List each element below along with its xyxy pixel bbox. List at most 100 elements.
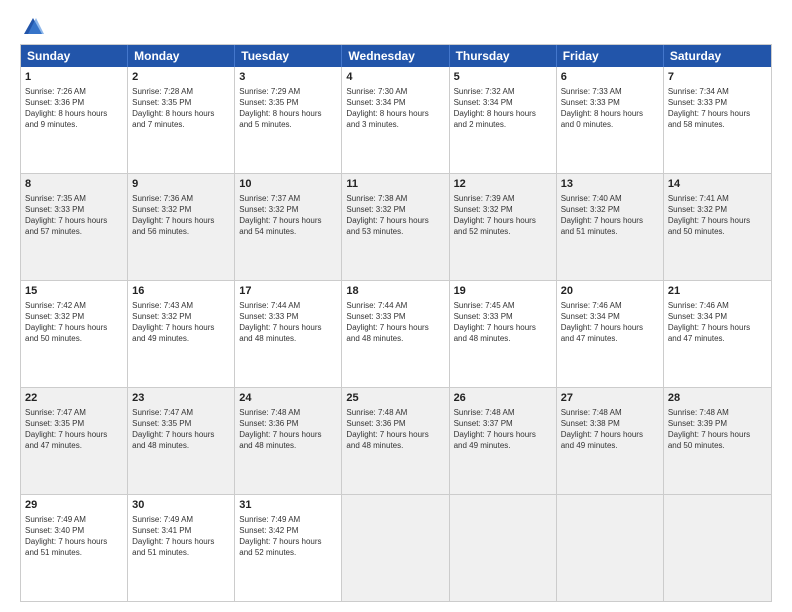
page: SundayMondayTuesdayWednesdayThursdayFrid… (0, 0, 792, 612)
day-number: 5 (454, 70, 552, 85)
calendar-row-4: 22Sunrise: 7:47 AMSunset: 3:35 PMDayligh… (21, 388, 771, 495)
day-info: Sunrise: 7:42 AMSunset: 3:32 PMDaylight:… (25, 300, 123, 345)
calendar-body: 1Sunrise: 7:26 AMSunset: 3:36 PMDaylight… (21, 67, 771, 601)
day-info: Sunrise: 7:30 AMSunset: 3:34 PMDaylight:… (346, 86, 444, 131)
day-number: 2 (132, 70, 230, 85)
day-number: 12 (454, 177, 552, 192)
day-number: 10 (239, 177, 337, 192)
day-cell-9: 9Sunrise: 7:36 AMSunset: 3:32 PMDaylight… (128, 174, 235, 280)
day-info: Sunrise: 7:49 AMSunset: 3:42 PMDaylight:… (239, 514, 337, 559)
day-number: 14 (668, 177, 767, 192)
empty-cell (342, 495, 449, 601)
day-info: Sunrise: 7:36 AMSunset: 3:32 PMDaylight:… (132, 193, 230, 238)
day-cell-18: 18Sunrise: 7:44 AMSunset: 3:33 PMDayligh… (342, 281, 449, 387)
day-number: 3 (239, 70, 337, 85)
day-number: 31 (239, 498, 337, 513)
day-number: 9 (132, 177, 230, 192)
day-info: Sunrise: 7:48 AMSunset: 3:37 PMDaylight:… (454, 407, 552, 452)
calendar-row-5: 29Sunrise: 7:49 AMSunset: 3:40 PMDayligh… (21, 495, 771, 601)
day-info: Sunrise: 7:49 AMSunset: 3:40 PMDaylight:… (25, 514, 123, 559)
day-info: Sunrise: 7:48 AMSunset: 3:36 PMDaylight:… (346, 407, 444, 452)
day-info: Sunrise: 7:38 AMSunset: 3:32 PMDaylight:… (346, 193, 444, 238)
header-day-thursday: Thursday (450, 45, 557, 67)
day-number: 17 (239, 284, 337, 299)
day-number: 28 (668, 391, 767, 406)
day-number: 13 (561, 177, 659, 192)
day-number: 11 (346, 177, 444, 192)
day-cell-26: 26Sunrise: 7:48 AMSunset: 3:37 PMDayligh… (450, 388, 557, 494)
day-cell-12: 12Sunrise: 7:39 AMSunset: 3:32 PMDayligh… (450, 174, 557, 280)
calendar-header: SundayMondayTuesdayWednesdayThursdayFrid… (21, 45, 771, 67)
logo (20, 16, 44, 38)
day-number: 20 (561, 284, 659, 299)
day-cell-23: 23Sunrise: 7:47 AMSunset: 3:35 PMDayligh… (128, 388, 235, 494)
day-cell-10: 10Sunrise: 7:37 AMSunset: 3:32 PMDayligh… (235, 174, 342, 280)
day-number: 22 (25, 391, 123, 406)
day-number: 7 (668, 70, 767, 85)
logo-icon (22, 16, 44, 38)
day-info: Sunrise: 7:46 AMSunset: 3:34 PMDaylight:… (561, 300, 659, 345)
day-info: Sunrise: 7:39 AMSunset: 3:32 PMDaylight:… (454, 193, 552, 238)
day-cell-21: 21Sunrise: 7:46 AMSunset: 3:34 PMDayligh… (664, 281, 771, 387)
header-day-tuesday: Tuesday (235, 45, 342, 67)
day-info: Sunrise: 7:40 AMSunset: 3:32 PMDaylight:… (561, 193, 659, 238)
day-cell-24: 24Sunrise: 7:48 AMSunset: 3:36 PMDayligh… (235, 388, 342, 494)
day-cell-30: 30Sunrise: 7:49 AMSunset: 3:41 PMDayligh… (128, 495, 235, 601)
day-number: 27 (561, 391, 659, 406)
day-info: Sunrise: 7:45 AMSunset: 3:33 PMDaylight:… (454, 300, 552, 345)
day-info: Sunrise: 7:32 AMSunset: 3:34 PMDaylight:… (454, 86, 552, 131)
day-info: Sunrise: 7:37 AMSunset: 3:32 PMDaylight:… (239, 193, 337, 238)
day-cell-3: 3Sunrise: 7:29 AMSunset: 3:35 PMDaylight… (235, 67, 342, 173)
day-cell-28: 28Sunrise: 7:48 AMSunset: 3:39 PMDayligh… (664, 388, 771, 494)
day-cell-5: 5Sunrise: 7:32 AMSunset: 3:34 PMDaylight… (450, 67, 557, 173)
day-info: Sunrise: 7:26 AMSunset: 3:36 PMDaylight:… (25, 86, 123, 131)
day-cell-14: 14Sunrise: 7:41 AMSunset: 3:32 PMDayligh… (664, 174, 771, 280)
day-cell-27: 27Sunrise: 7:48 AMSunset: 3:38 PMDayligh… (557, 388, 664, 494)
day-info: Sunrise: 7:49 AMSunset: 3:41 PMDaylight:… (132, 514, 230, 559)
day-cell-8: 8Sunrise: 7:35 AMSunset: 3:33 PMDaylight… (21, 174, 128, 280)
day-cell-19: 19Sunrise: 7:45 AMSunset: 3:33 PMDayligh… (450, 281, 557, 387)
day-cell-11: 11Sunrise: 7:38 AMSunset: 3:32 PMDayligh… (342, 174, 449, 280)
header-day-monday: Monday (128, 45, 235, 67)
day-number: 6 (561, 70, 659, 85)
calendar: SundayMondayTuesdayWednesdayThursdayFrid… (20, 44, 772, 602)
day-cell-15: 15Sunrise: 7:42 AMSunset: 3:32 PMDayligh… (21, 281, 128, 387)
day-cell-22: 22Sunrise: 7:47 AMSunset: 3:35 PMDayligh… (21, 388, 128, 494)
day-info: Sunrise: 7:44 AMSunset: 3:33 PMDaylight:… (346, 300, 444, 345)
calendar-row-1: 1Sunrise: 7:26 AMSunset: 3:36 PMDaylight… (21, 67, 771, 174)
day-cell-31: 31Sunrise: 7:49 AMSunset: 3:42 PMDayligh… (235, 495, 342, 601)
day-info: Sunrise: 7:29 AMSunset: 3:35 PMDaylight:… (239, 86, 337, 131)
day-number: 30 (132, 498, 230, 513)
header-day-sunday: Sunday (21, 45, 128, 67)
day-info: Sunrise: 7:44 AMSunset: 3:33 PMDaylight:… (239, 300, 337, 345)
day-number: 4 (346, 70, 444, 85)
day-info: Sunrise: 7:34 AMSunset: 3:33 PMDaylight:… (668, 86, 767, 131)
day-cell-13: 13Sunrise: 7:40 AMSunset: 3:32 PMDayligh… (557, 174, 664, 280)
day-info: Sunrise: 7:48 AMSunset: 3:39 PMDaylight:… (668, 407, 767, 452)
day-cell-2: 2Sunrise: 7:28 AMSunset: 3:35 PMDaylight… (128, 67, 235, 173)
day-info: Sunrise: 7:48 AMSunset: 3:38 PMDaylight:… (561, 407, 659, 452)
day-number: 8 (25, 177, 123, 192)
day-info: Sunrise: 7:33 AMSunset: 3:33 PMDaylight:… (561, 86, 659, 131)
day-cell-1: 1Sunrise: 7:26 AMSunset: 3:36 PMDaylight… (21, 67, 128, 173)
day-info: Sunrise: 7:47 AMSunset: 3:35 PMDaylight:… (25, 407, 123, 452)
day-cell-20: 20Sunrise: 7:46 AMSunset: 3:34 PMDayligh… (557, 281, 664, 387)
header-day-wednesday: Wednesday (342, 45, 449, 67)
day-number: 15 (25, 284, 123, 299)
day-info: Sunrise: 7:28 AMSunset: 3:35 PMDaylight:… (132, 86, 230, 131)
header-day-saturday: Saturday (664, 45, 771, 67)
day-number: 26 (454, 391, 552, 406)
day-number: 21 (668, 284, 767, 299)
day-info: Sunrise: 7:43 AMSunset: 3:32 PMDaylight:… (132, 300, 230, 345)
calendar-row-3: 15Sunrise: 7:42 AMSunset: 3:32 PMDayligh… (21, 281, 771, 388)
day-cell-17: 17Sunrise: 7:44 AMSunset: 3:33 PMDayligh… (235, 281, 342, 387)
day-number: 24 (239, 391, 337, 406)
empty-cell (557, 495, 664, 601)
day-cell-25: 25Sunrise: 7:48 AMSunset: 3:36 PMDayligh… (342, 388, 449, 494)
day-info: Sunrise: 7:47 AMSunset: 3:35 PMDaylight:… (132, 407, 230, 452)
day-info: Sunrise: 7:48 AMSunset: 3:36 PMDaylight:… (239, 407, 337, 452)
day-number: 19 (454, 284, 552, 299)
calendar-row-2: 8Sunrise: 7:35 AMSunset: 3:33 PMDaylight… (21, 174, 771, 281)
header (20, 16, 772, 38)
day-cell-7: 7Sunrise: 7:34 AMSunset: 3:33 PMDaylight… (664, 67, 771, 173)
